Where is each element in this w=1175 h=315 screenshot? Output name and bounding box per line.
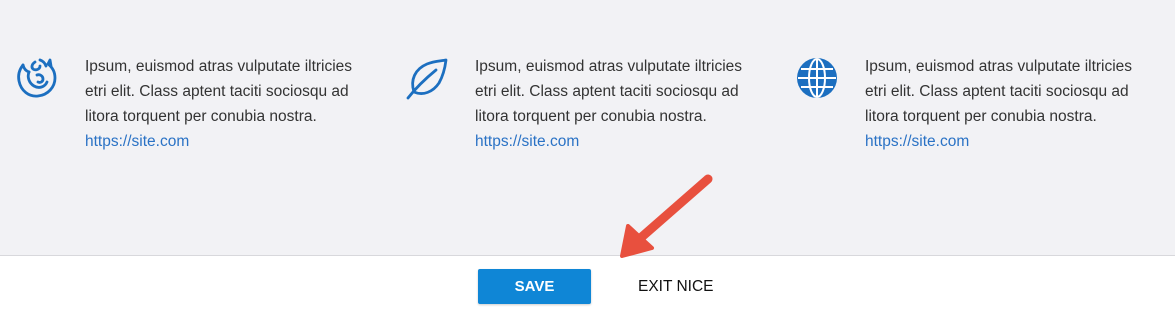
feature-link[interactable]: https://site.com — [475, 129, 775, 154]
feature-block-2: Ipsum, euismod atras vulputate iltricies… — [405, 54, 742, 164]
feature-description-line: litora torquent per conubia nostra. — [85, 108, 317, 125]
leaf-icon — [405, 56, 449, 100]
feature-description-line: litora torquent per conubia nostra. — [475, 108, 707, 125]
feature-link[interactable]: https://site.com — [865, 129, 1165, 154]
footer-toolbar: SAVE EXIT NICE — [0, 255, 1175, 315]
content-area: Ipsum, euismod atras vulputate iltricies… — [0, 0, 1175, 255]
globe-icon — [795, 56, 839, 100]
feature-description-line: Ipsum, euismod atras vulputate iltricies — [865, 58, 1133, 75]
feature-block-1: Ipsum, euismod atras vulputate iltricies… — [15, 54, 352, 164]
exit-nice-button[interactable]: EXIT NICE — [626, 269, 726, 304]
firefox-icon — [15, 56, 59, 100]
feature-description-line: etri elit. Class aptent taciti sociosqu … — [475, 83, 739, 100]
feature-description-line: litora torquent per conubia nostra. — [865, 108, 1097, 125]
feature-link[interactable]: https://site.com — [85, 129, 385, 154]
feature-block-3: Ipsum, euismod atras vulputate iltricies… — [795, 54, 1132, 164]
feature-description-line: Ipsum, euismod atras vulputate iltricies — [475, 58, 743, 75]
feature-description-line: Ipsum, euismod atras vulputate iltricies — [85, 58, 353, 75]
feature-description-line: etri elit. Class aptent taciti sociosqu … — [85, 83, 349, 100]
save-button[interactable]: SAVE — [478, 269, 591, 304]
feature-description-line: etri elit. Class aptent taciti sociosqu … — [865, 83, 1129, 100]
